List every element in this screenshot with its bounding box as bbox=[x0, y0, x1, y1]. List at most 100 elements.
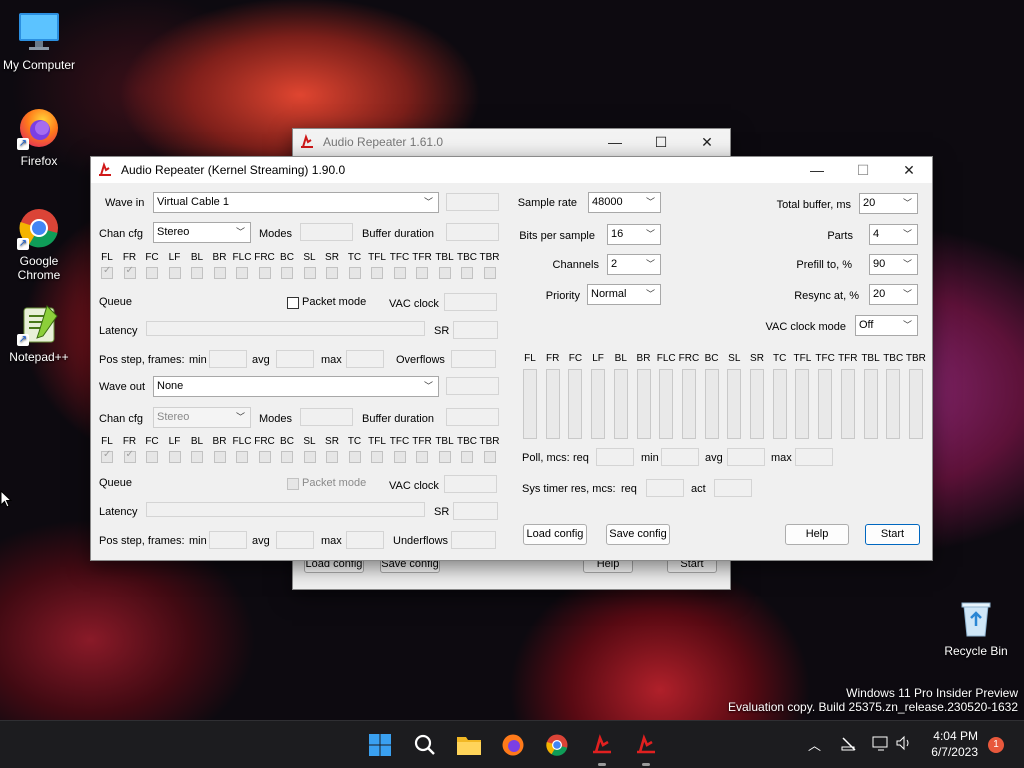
wave-in-channel-checkbox[interactable] bbox=[438, 267, 451, 279]
close-button[interactable]: ✕ bbox=[886, 157, 932, 183]
wave-out-channel-checkbox[interactable] bbox=[326, 451, 338, 463]
close-button[interactable]: ✕ bbox=[684, 129, 730, 155]
chrome-taskbar-icon[interactable] bbox=[543, 731, 571, 759]
help-button[interactable]: Help bbox=[785, 524, 849, 545]
wave-out-packet-mode-checkbox[interactable] bbox=[287, 478, 299, 490]
chevron-down-icon: ﹀ bbox=[902, 198, 912, 208]
wave-out-channel-checkbox[interactable] bbox=[371, 451, 383, 463]
bits-per-sample-select[interactable]: 16 ﹀ bbox=[607, 224, 661, 245]
desktop-icon-notepad-plus-plus[interactable]: ↗ Notepad++ bbox=[0, 302, 78, 364]
desktop-icon-google-chrome[interactable]: ↗ Google Chrome bbox=[0, 206, 78, 282]
wave-out-sr-field bbox=[453, 502, 498, 520]
wave-in-channel-checkbox[interactable] bbox=[416, 267, 428, 279]
wave-in-channel-checkbox[interactable] bbox=[348, 267, 361, 279]
network-disconnected-icon[interactable] bbox=[840, 736, 858, 755]
total-buffer-select[interactable]: 20 ﹀ bbox=[859, 193, 918, 214]
audio-repeater-ks-taskbar-icon[interactable] bbox=[632, 731, 660, 759]
level-meter-bar bbox=[772, 369, 787, 439]
wave-in-channel-checkbox[interactable] bbox=[281, 267, 293, 279]
meter-channel-label: TBR bbox=[905, 353, 926, 364]
wave-out-buffer-duration-label: Buffer duration bbox=[362, 413, 434, 425]
wave-out-channel-checkbox[interactable] bbox=[281, 451, 293, 463]
wave-in-packet-mode-checkbox[interactable] bbox=[287, 297, 299, 309]
prefill-select[interactable]: 90 ﹀ bbox=[869, 254, 918, 275]
clock[interactable]: 4:04 PM 6/7/2023 bbox=[926, 728, 978, 760]
wave-in-channel-checkbox[interactable] bbox=[146, 267, 158, 279]
wave-in-channel-checkbox[interactable] bbox=[123, 265, 136, 279]
maximize-button[interactable]: ☐ bbox=[840, 157, 886, 183]
speaker-icon[interactable] bbox=[895, 735, 913, 754]
wave-out-channel-checkbox[interactable] bbox=[438, 451, 451, 463]
wave-in-select[interactable]: Virtual Cable 1 ﹀ bbox=[153, 192, 439, 213]
meter-channel-label: BC bbox=[704, 353, 719, 364]
wave-out-chan-cfg-select[interactable]: Stereo ﹀ bbox=[153, 407, 251, 428]
meter-channel-label: TFC bbox=[815, 353, 835, 364]
wave-out-channel-checkbox[interactable] bbox=[348, 451, 361, 463]
display-icon[interactable] bbox=[872, 736, 890, 755]
wave-out-channel-checkbox[interactable] bbox=[236, 451, 248, 463]
search-icon[interactable] bbox=[411, 731, 439, 759]
chevron-up-icon[interactable]: ︿ bbox=[808, 735, 821, 754]
wave-in-channel-checkbox[interactable] bbox=[483, 267, 496, 279]
chevron-down-icon: ﹀ bbox=[235, 227, 245, 237]
wave-out-channel-checkbox[interactable] bbox=[101, 449, 113, 463]
audio-repeater-taskbar-icon[interactable] bbox=[588, 731, 616, 759]
wave-out-select[interactable]: None ﹀ bbox=[153, 376, 439, 397]
resync-select[interactable]: 20 ﹀ bbox=[869, 284, 918, 305]
wave-out-channel-checkbox[interactable] bbox=[416, 451, 428, 463]
wave-out-channel-checkbox[interactable] bbox=[123, 449, 136, 463]
wave-in-channel-checkbox[interactable] bbox=[303, 267, 316, 279]
wave-out-channel-checkbox[interactable] bbox=[483, 451, 496, 463]
title-bar[interactable]: Audio Repeater 1.61.0 — ☐ ✕ bbox=[293, 129, 730, 155]
wave-out-channel-checkbox[interactable] bbox=[258, 451, 271, 463]
desktop-icon-recycle-bin[interactable]: Recycle Bin bbox=[936, 596, 1016, 658]
wave-in-min-field bbox=[209, 350, 247, 368]
wave-in-channel-checkbox[interactable] bbox=[258, 267, 271, 279]
poll-max-label: max bbox=[771, 452, 792, 464]
wave-out-channel-checkbox[interactable] bbox=[461, 451, 473, 463]
wave-in-channel-label: TBL bbox=[435, 252, 454, 263]
title-bar[interactable]: Audio Repeater (Kernel Streaming) 1.90.0… bbox=[91, 157, 932, 183]
desktop-icon-my-computer[interactable]: My Computer bbox=[0, 10, 78, 72]
wave-in-channel-checkbox[interactable] bbox=[326, 267, 338, 279]
vac-clock-mode-select[interactable]: Off ﹀ bbox=[855, 315, 918, 336]
desktop-icon-firefox[interactable]: ↗ Firefox bbox=[0, 106, 78, 168]
start-button[interactable]: Start bbox=[865, 524, 920, 545]
channels-select[interactable]: 2 ﹀ bbox=[607, 254, 661, 275]
wave-out-channel-checkbox[interactable] bbox=[303, 451, 316, 463]
minimize-button[interactable]: — bbox=[794, 157, 840, 183]
notification-badge[interactable]: 1 bbox=[988, 737, 1004, 753]
wave-out-channel-checkbox[interactable] bbox=[168, 451, 181, 463]
wave-in-channel-checkbox[interactable] bbox=[371, 267, 383, 279]
load-config-button[interactable]: Load config bbox=[523, 524, 587, 545]
wave-out-channel-checkbox[interactable] bbox=[146, 451, 158, 463]
minimize-button[interactable]: — bbox=[592, 129, 638, 155]
audio-repeater-ks-window[interactable]: Audio Repeater (Kernel Streaming) 1.90.0… bbox=[90, 156, 933, 561]
wave-in-channel-checkbox[interactable] bbox=[236, 267, 248, 279]
wave-out-channel-checkbox[interactable] bbox=[393, 451, 406, 463]
wave-out-channel-checkbox[interactable] bbox=[213, 451, 226, 463]
wave-in-channel-checkbox[interactable] bbox=[191, 267, 203, 279]
file-explorer-icon[interactable] bbox=[455, 731, 483, 759]
parts-select[interactable]: 4 ﹀ bbox=[869, 224, 918, 245]
save-config-button[interactable]: Save config bbox=[606, 524, 670, 545]
maximize-button[interactable]: ☐ bbox=[638, 129, 684, 155]
wave-out-channel-checkbox[interactable] bbox=[191, 451, 203, 463]
wave-in-latency-label: Latency bbox=[99, 325, 138, 337]
wave-out-channel-label: SL bbox=[303, 436, 316, 447]
wave-in-channel-checkbox[interactable] bbox=[461, 267, 473, 279]
firefox-taskbar-icon[interactable] bbox=[499, 731, 527, 759]
wave-in-channel-checkbox[interactable] bbox=[168, 267, 181, 279]
wave-in-channel-checkbox[interactable] bbox=[213, 267, 226, 279]
vac-clock-mode-value: Off bbox=[859, 319, 874, 331]
wave-in-channel-label: TFC bbox=[389, 252, 410, 263]
wave-in-channel-checkbox[interactable] bbox=[393, 267, 406, 279]
priority-select[interactable]: Normal ﹀ bbox=[587, 284, 661, 305]
wave-in-channel-checkbox[interactable] bbox=[101, 265, 113, 279]
sample-rate-select[interactable]: 48000 ﹀ bbox=[588, 192, 661, 213]
wave-out-channel-label: FRC bbox=[254, 436, 275, 447]
wave-in-chan-cfg-select[interactable]: Stereo ﹀ bbox=[153, 222, 251, 243]
start-windows-icon[interactable] bbox=[366, 731, 394, 759]
wave-out-channel-label: TBC bbox=[457, 436, 477, 447]
wave-out-info-field bbox=[446, 377, 499, 395]
